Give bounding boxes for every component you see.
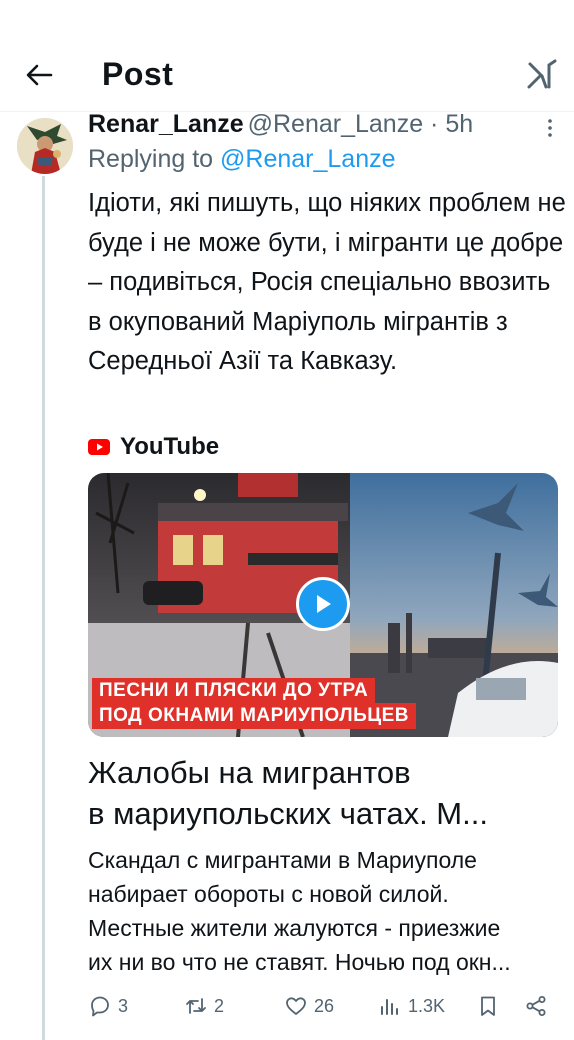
play-button[interactable] bbox=[296, 577, 350, 631]
avatar-image bbox=[17, 118, 73, 174]
x-grok-logo-icon[interactable] bbox=[526, 58, 558, 90]
handle-and-time[interactable]: @Renar_Lanze · 5h bbox=[248, 110, 474, 138]
repost-button[interactable]: 2 bbox=[184, 990, 224, 1022]
share-button[interactable] bbox=[524, 990, 548, 1022]
replying-to-link[interactable]: @Renar_Lanze bbox=[220, 145, 396, 173]
share-icon bbox=[526, 996, 546, 1016]
display-name[interactable]: Renar_Lanze bbox=[88, 110, 244, 138]
thread-line bbox=[42, 176, 45, 1040]
replying-to: Replying to @Renar_Lanze bbox=[88, 145, 396, 174]
thumbnail-caption-line-1: ПЕСНИ И ПЛЯСКИ ДО УТРА bbox=[92, 678, 376, 704]
play-icon bbox=[317, 595, 331, 613]
card-source: YouTube bbox=[88, 430, 219, 464]
top-bar: Post bbox=[0, 36, 574, 112]
replying-prefix: Replying to bbox=[88, 145, 214, 173]
more-options-icon[interactable] bbox=[540, 116, 560, 140]
like-count: 26 bbox=[314, 995, 335, 1016]
like-button[interactable]: 26 bbox=[284, 990, 334, 1022]
video-thumbnail[interactable]: ПЕСНИ И ПЛЯСКИ ДО УТРА ПОД ОКНАМИ МАРИУП… bbox=[88, 473, 558, 737]
views-icon bbox=[381, 999, 398, 1015]
repost-icon bbox=[186, 998, 206, 1014]
youtube-icon bbox=[88, 439, 110, 455]
views-count: 1.3K bbox=[408, 995, 446, 1016]
views-button[interactable]: 1.3K bbox=[378, 990, 445, 1022]
post-text: Ідіоти, які пишуть, що ніяких проблем не… bbox=[88, 189, 566, 375]
back-button[interactable] bbox=[22, 58, 56, 92]
bookmark-button[interactable] bbox=[476, 990, 500, 1022]
page-title: Post bbox=[102, 56, 174, 92]
repost-count: 2 bbox=[214, 995, 225, 1016]
reply-button[interactable]: 3 bbox=[88, 990, 128, 1022]
thumbnail-caption-line-2: ПОД ОКНАМИ МАРИУПОЛЬЦЕВ bbox=[92, 703, 416, 729]
post-meta: Renar_Lanze @Renar_Lanze · 5h bbox=[88, 110, 473, 139]
arrow-left-icon bbox=[26, 64, 53, 86]
card-description: Скандал с мигрантами в Мариуполе набирае… bbox=[88, 847, 511, 975]
avatar[interactable] bbox=[17, 118, 73, 174]
heart-icon bbox=[286, 997, 306, 1015]
card-title[interactable]: Жалобы на мигрантов в мариупольских чата… bbox=[88, 752, 558, 834]
bookmark-icon bbox=[481, 996, 495, 1016]
reply-icon bbox=[91, 996, 109, 1017]
card-source-label: YouTube bbox=[120, 433, 220, 460]
reply-count: 3 bbox=[118, 995, 129, 1016]
action-bar: 3 2 26 1.3K bbox=[88, 990, 558, 1022]
